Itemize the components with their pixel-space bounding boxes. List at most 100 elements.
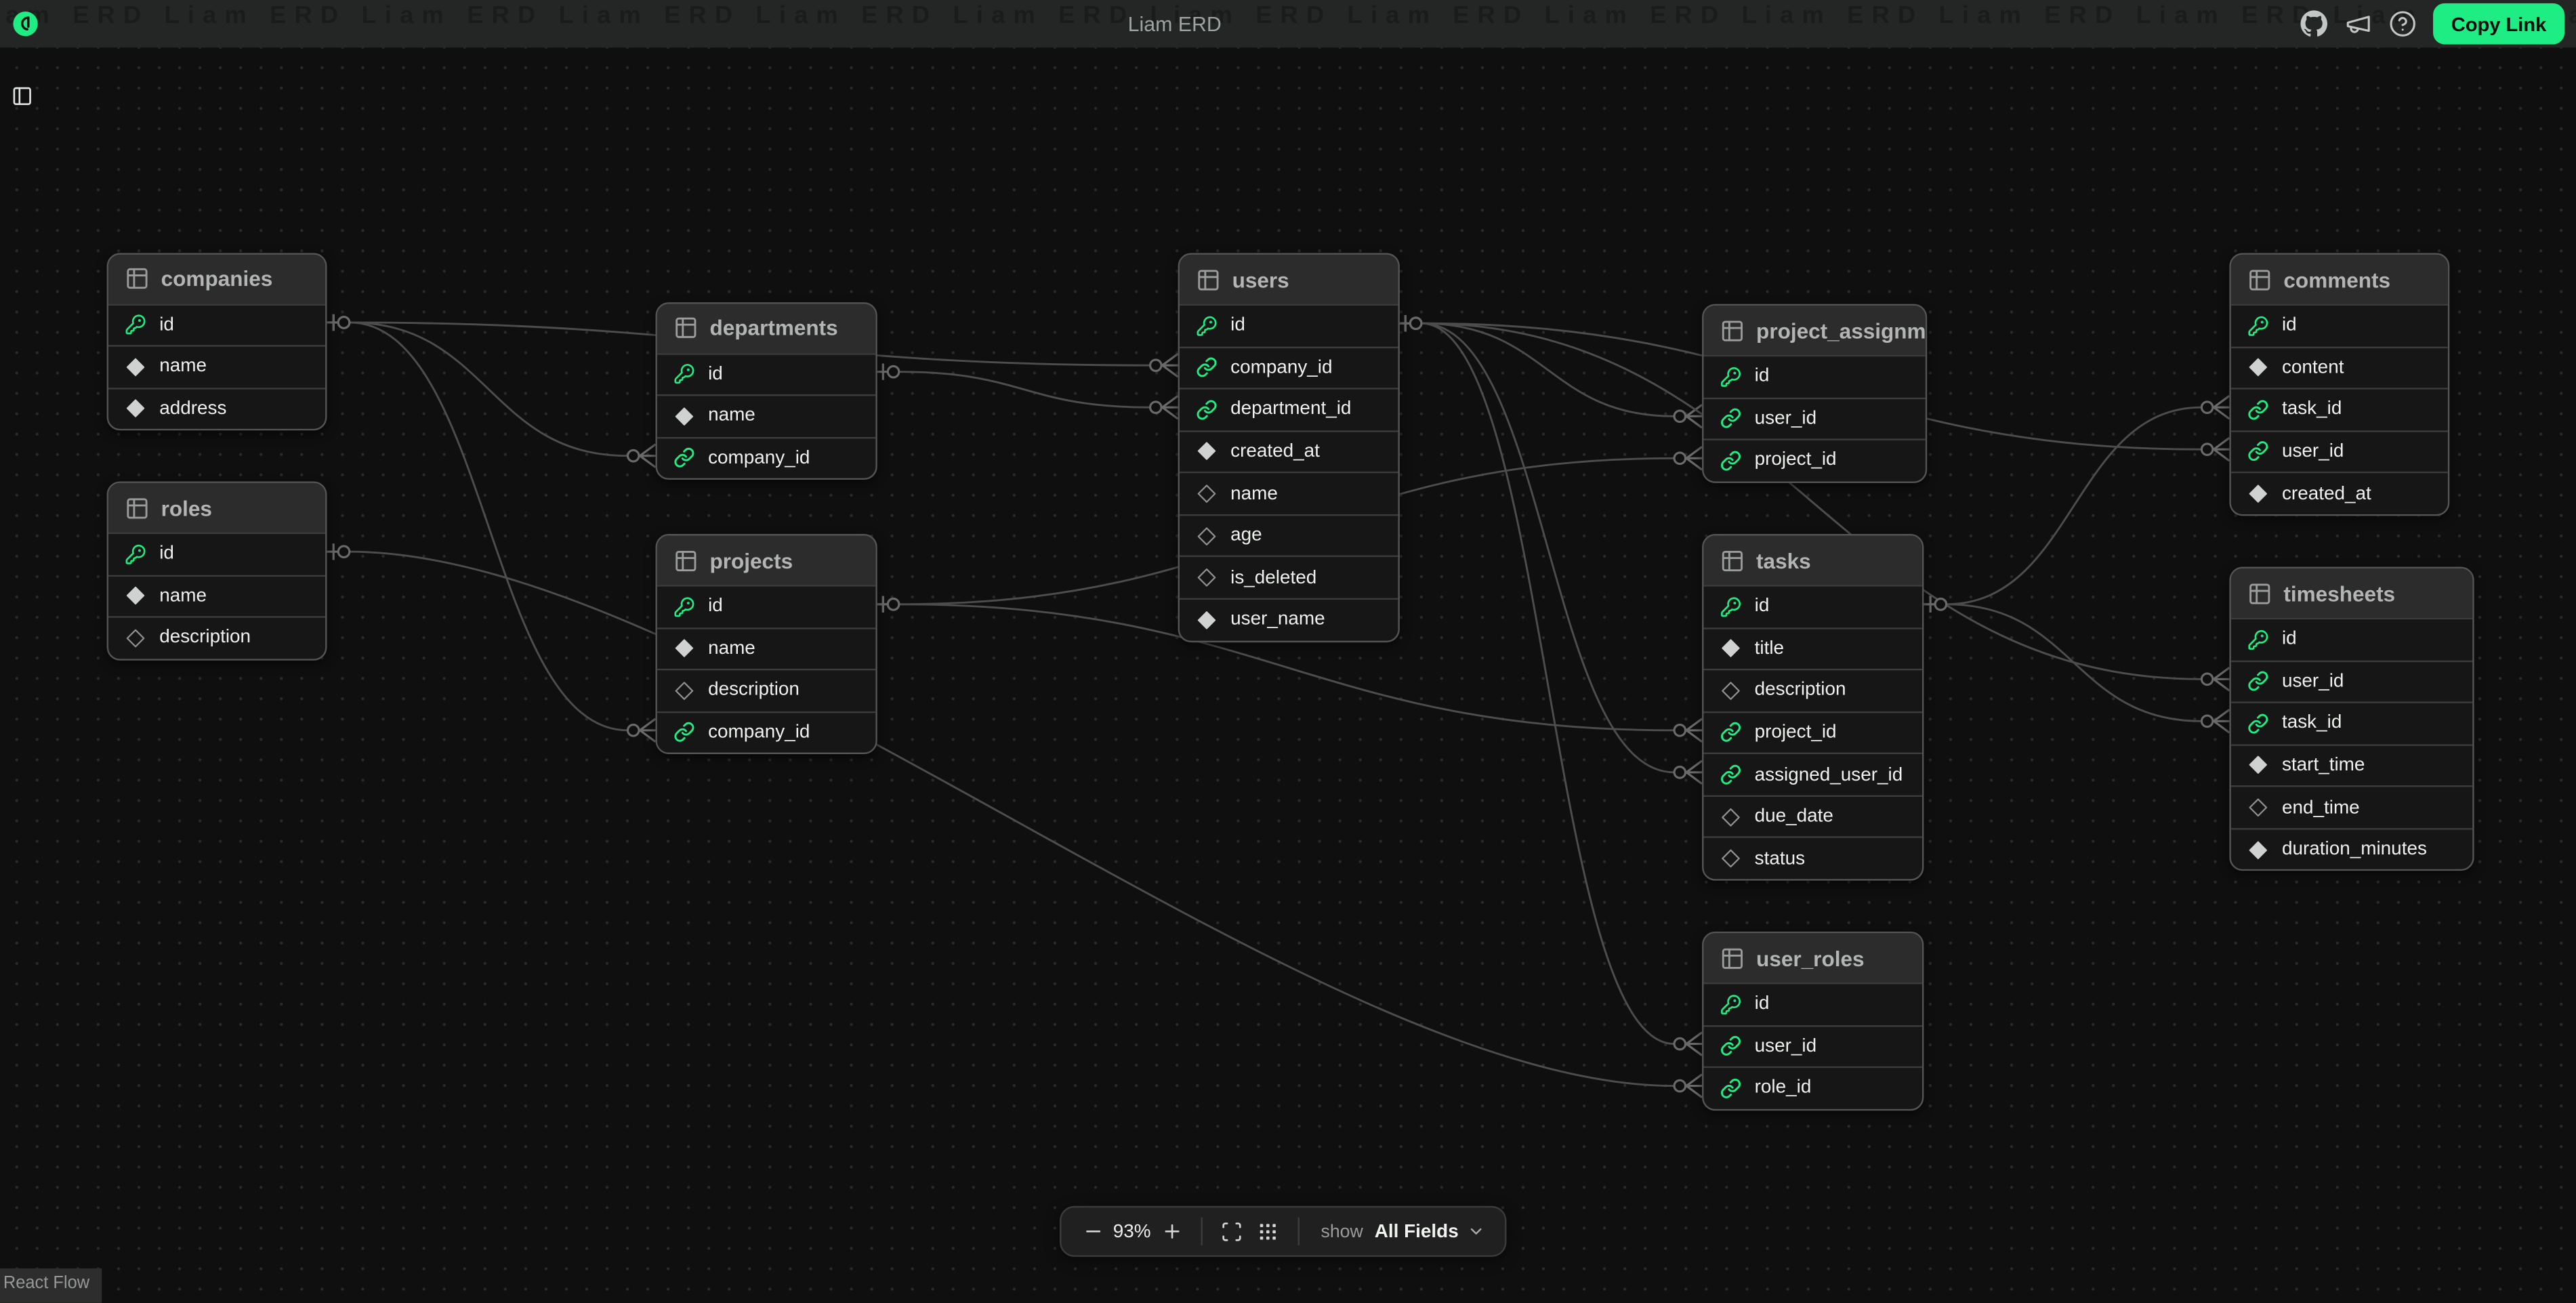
- fields-filter-select[interactable]: All Fields: [1375, 1222, 1485, 1241]
- column-row-id: id: [1703, 355, 1925, 397]
- table-users[interactable]: usersidcompany_iddepartment_idcreated_at…: [1178, 253, 1399, 641]
- github-icon[interactable]: [2300, 9, 2330, 39]
- column-row-company_id: company_id: [1180, 346, 1397, 388]
- column-name: status: [1755, 849, 1805, 869]
- table-icon: [1720, 318, 1745, 342]
- column-name: id: [2282, 316, 2297, 335]
- table-header: projects: [657, 535, 875, 585]
- table-comments[interactable]: commentsidcontenttask_iduser_idcreated_a…: [2229, 253, 2449, 516]
- table-header: departments: [657, 303, 875, 352]
- foreign-key-icon: [673, 722, 695, 744]
- column-name: role_id: [1755, 1079, 1812, 1098]
- column-row-age: age: [1180, 514, 1397, 556]
- table-tasks[interactable]: tasksidtitledescriptionproject_idassigne…: [1702, 534, 1924, 880]
- zoom-out-button[interactable]: [1075, 1214, 1110, 1249]
- column-row-title: title: [1703, 627, 1921, 669]
- nullable-icon: [1196, 567, 1218, 589]
- copy-link-button[interactable]: Copy Link: [2433, 3, 2564, 45]
- foreign-key-icon: [1720, 1035, 1742, 1057]
- column-name: created_at: [2282, 484, 2371, 503]
- primary-key-icon: [2247, 629, 2269, 650]
- table-project_assignments[interactable]: project_assignme...iduser_idproject_id: [1702, 304, 1927, 483]
- column-row-department_id: department_id: [1180, 388, 1397, 430]
- column-name: is_deleted: [1230, 568, 1316, 587]
- not-null-icon: [2247, 357, 2269, 379]
- not-null-icon: [2247, 839, 2269, 861]
- erd-canvas[interactable]: 93% show All Fields: [0, 47, 2576, 1294]
- nullable-icon: [1720, 680, 1742, 702]
- column-row-assigned_user_id: assigned_user_id: [1703, 753, 1921, 795]
- foreign-key-icon: [2247, 441, 2269, 463]
- foreign-key-icon: [1720, 722, 1742, 744]
- table-name: departments: [709, 316, 837, 340]
- table-timesheets[interactable]: timesheetsiduser_idtask_idstart_timeend_…: [2229, 567, 2474, 871]
- table-roles[interactable]: rolesidnamedescription: [107, 481, 327, 660]
- column-name: project_id: [1755, 723, 1837, 743]
- page-title: Liam ERD: [1052, 0, 1298, 47]
- nullable-icon: [1720, 848, 1742, 870]
- table-icon: [673, 548, 698, 573]
- column-row-id: id: [2231, 618, 2472, 660]
- primary-key-icon: [1196, 315, 1218, 337]
- not-null-icon: [1196, 609, 1218, 631]
- column-row-due_date: due_date: [1703, 795, 1921, 837]
- react-flow-attribution[interactable]: React Flow: [0, 1268, 101, 1303]
- help-icon[interactable]: [2389, 9, 2419, 39]
- column-name: department_id: [1230, 400, 1351, 419]
- column-row-role_id: role_id: [1703, 1067, 1921, 1109]
- foreign-key-icon: [1720, 408, 1742, 430]
- table-user_roles[interactable]: user_rolesiduser_idrole_id: [1702, 932, 1924, 1111]
- column-row-end_time: end_time: [2231, 786, 2472, 828]
- column-row-id: id: [657, 352, 875, 394]
- relationship-edge-departments.id-users.department_id: [873, 364, 1178, 419]
- column-name: company_id: [708, 723, 810, 743]
- column-name: name: [708, 407, 755, 426]
- table-header: users: [1180, 255, 1397, 304]
- foreign-key-icon: [1720, 450, 1742, 472]
- column-row-created_at: created_at: [1180, 430, 1397, 472]
- nullable-icon: [673, 680, 695, 702]
- column-row-id: id: [657, 585, 875, 627]
- zoom-in-button[interactable]: [1153, 1214, 1189, 1249]
- not-null-icon: [1720, 638, 1742, 660]
- table-header: comments: [2231, 255, 2448, 304]
- table-projects[interactable]: projectsidnamedescriptioncompany_id: [655, 534, 876, 755]
- column-name: content: [2282, 358, 2344, 377]
- column-name: name: [1230, 484, 1278, 503]
- column-row-task_id: task_id: [2231, 388, 2448, 430]
- tidy-up-button[interactable]: [1250, 1214, 1286, 1249]
- chevron-down-icon: [1467, 1222, 1485, 1241]
- panel-left-toggle-icon[interactable]: [12, 85, 33, 107]
- table-name: comments: [2283, 267, 2390, 291]
- column-name: duration_minutes: [2282, 840, 2427, 859]
- column-row-id: id: [108, 533, 325, 575]
- megaphone-icon[interactable]: [2344, 9, 2374, 39]
- not-null-icon: [673, 406, 695, 428]
- column-name: created_at: [1230, 442, 1320, 461]
- foreign-key-icon: [673, 448, 695, 470]
- table-header: tasks: [1703, 535, 1921, 585]
- foreign-key-icon: [2247, 399, 2269, 421]
- column-name: name: [159, 586, 207, 606]
- relationship-edges-layer: [0, 47, 2576, 1294]
- column-row-id: id: [108, 303, 325, 345]
- table-departments[interactable]: departmentsidnamecompany_id: [655, 302, 876, 480]
- not-null-icon: [673, 638, 695, 660]
- foreign-key-icon: [2247, 671, 2269, 692]
- column-row-address: address: [108, 387, 325, 429]
- column-row-description: description: [657, 669, 875, 711]
- fit-view-button[interactable]: [1214, 1214, 1250, 1249]
- column-row-project_id: project_id: [1703, 711, 1921, 753]
- table-companies[interactable]: companiesidnameaddress: [107, 252, 327, 431]
- column-name: title: [1755, 639, 1784, 659]
- primary-key-icon: [673, 596, 695, 618]
- column-row-name: name: [108, 345, 325, 387]
- canvas-toolbar: 93% show All Fields: [1060, 1206, 1507, 1257]
- column-row-name: name: [657, 394, 875, 436]
- nullable-icon: [1196, 483, 1218, 505]
- column-name: description: [1755, 681, 1846, 701]
- column-row-name: name: [1180, 472, 1397, 514]
- nullable-icon: [125, 627, 146, 649]
- liam-logo-icon[interactable]: [13, 12, 37, 36]
- nullable-icon: [1196, 525, 1218, 547]
